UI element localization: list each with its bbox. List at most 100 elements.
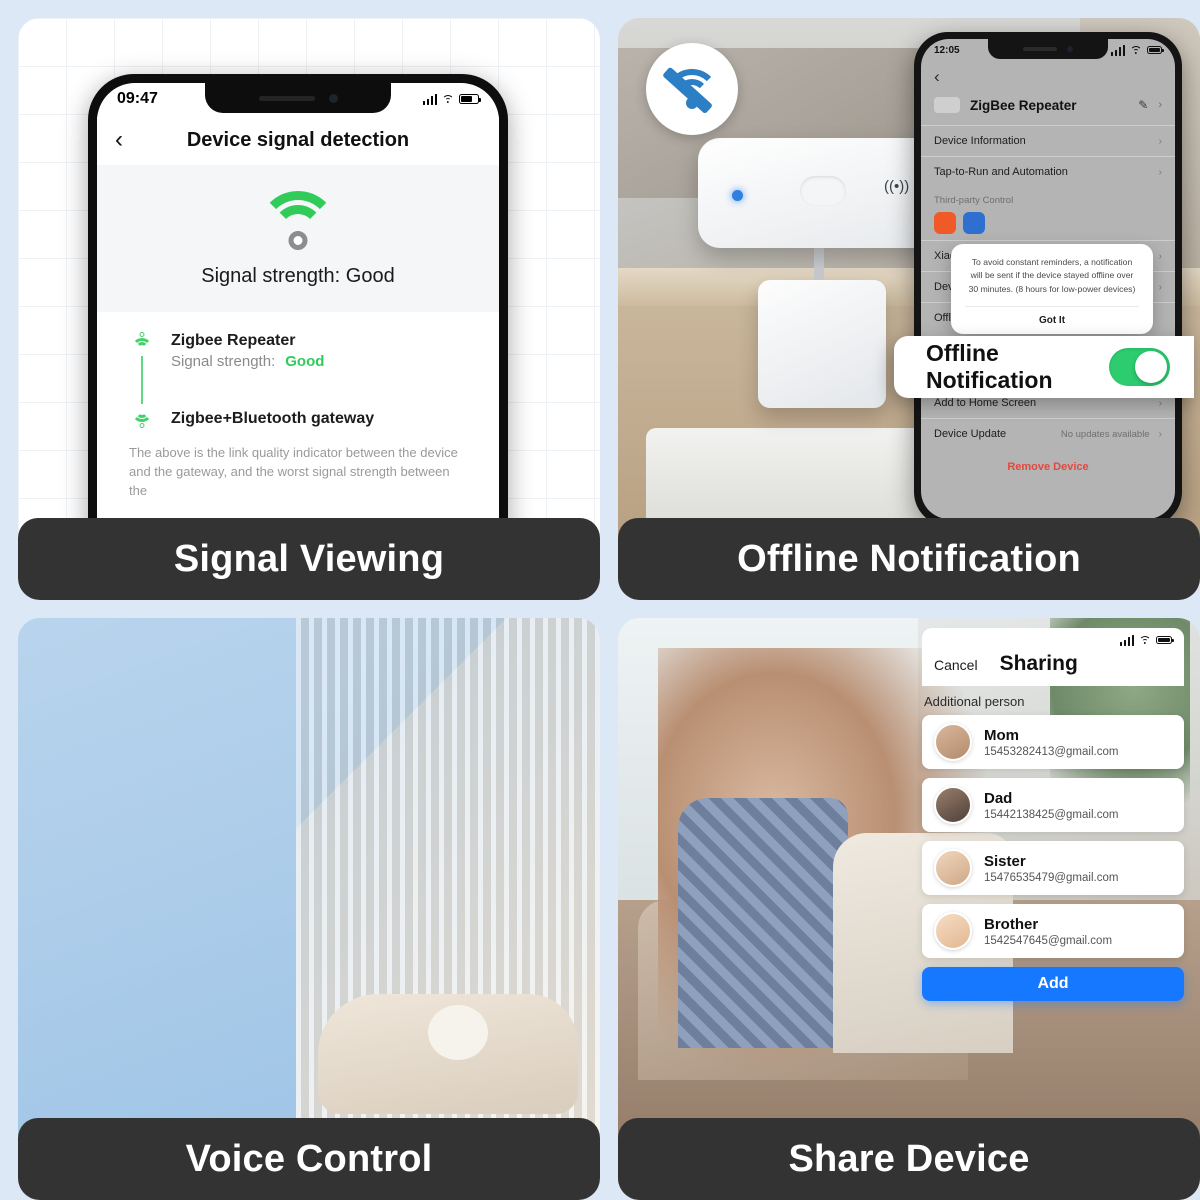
person-text: Brother 1542547645@gmail.com xyxy=(984,916,1112,947)
phone-mockup-signal: 09:47 ‹ Device signal detection Signal s… xyxy=(88,74,508,594)
list-item[interactable]: Brother 1542547645@gmail.com xyxy=(922,904,1184,958)
sharing-screen: Cancel Sharing Additional person Mom 154… xyxy=(922,628,1184,1098)
alexa-icon[interactable] xyxy=(963,212,985,234)
row-label: Tap-to-Run and Automation xyxy=(934,166,1068,178)
repeater-icon xyxy=(131,332,153,352)
sharing-header: Cancel Sharing xyxy=(922,628,1184,686)
wall-background xyxy=(18,618,296,1200)
wifi-off-icon xyxy=(661,66,720,115)
list-item[interactable]: Sister 15476535479@gmail.com xyxy=(922,841,1184,895)
person-text: Dad 15442138425@gmail.com xyxy=(984,790,1118,821)
header-row: Cancel Sharing xyxy=(934,652,1172,676)
wifi-strong-icon xyxy=(256,191,340,251)
panel-share-device: Cancel Sharing Additional person Mom 154… xyxy=(618,618,1200,1200)
repeater-signal: Signal strength: Good xyxy=(171,353,374,370)
avatar xyxy=(934,786,972,824)
connection-line xyxy=(141,356,143,404)
cancel-button[interactable]: Cancel xyxy=(934,657,978,673)
wifi-icon xyxy=(1139,635,1151,645)
settings-row-device-update[interactable]: Device Update No updates available › xyxy=(921,418,1175,449)
person-name: Brother xyxy=(984,915,1039,933)
front-camera xyxy=(328,93,338,103)
device-name: ZigBee Repeater xyxy=(970,97,1077,113)
repeater-name: Zigbee Repeater xyxy=(171,332,296,349)
chevron-right-icon: › xyxy=(1158,99,1162,111)
speaker-grille xyxy=(258,95,315,101)
device-header[interactable]: ZigBee Repeater ✎ › xyxy=(921,87,1175,125)
chevron-right-icon: › xyxy=(1158,397,1162,409)
avatar xyxy=(934,912,972,950)
wifi-icon xyxy=(442,94,454,104)
cellular-signal-icon xyxy=(1110,44,1125,56)
man-figure xyxy=(678,798,848,1048)
list-item[interactable]: Dad 15442138425@gmail.com xyxy=(922,778,1184,832)
pencil-icon[interactable]: ✎ xyxy=(1138,98,1148,112)
repeater-node: Zigbee Repeater Signal strength: Good Zig… xyxy=(129,332,467,428)
person-email: 15476535479@gmail.com xyxy=(984,871,1119,884)
offline-notification-callout: Offline Notification xyxy=(894,336,1194,398)
node-text-group: Zigbee Repeater Signal strength: Good Zig… xyxy=(171,332,374,428)
panel-voice-control: ((•)) + ◉ 30 − Turn on Zigbee repeater. … xyxy=(18,618,600,1200)
device-thumbnail xyxy=(934,97,960,113)
gateway-name: Zigbee+Bluetooth gateway xyxy=(171,410,375,427)
third-party-icons[interactable] xyxy=(921,210,1175,240)
back-button-icon[interactable]: ‹ xyxy=(921,61,1175,87)
page-title: Sharing xyxy=(999,652,1078,675)
row-value-group: No updates available › xyxy=(1061,428,1162,440)
dialog-message: To avoid constant reminders, a notificat… xyxy=(968,257,1136,294)
add-button[interactable]: Add xyxy=(922,967,1184,1001)
group-header-third-party: Third-party Control xyxy=(934,195,1014,206)
row-label: Device Information xyxy=(934,135,1026,147)
status-time: 09:47 xyxy=(117,90,158,107)
status-bar xyxy=(934,632,1174,648)
wifi-icon xyxy=(1130,45,1142,55)
device-button xyxy=(800,176,846,206)
cellular-signal-icon xyxy=(1119,634,1134,646)
section-label-additional-person: Additional person xyxy=(924,694,1025,709)
settings-row-tap-to-run[interactable]: Tap-to-Run and Automation › xyxy=(921,156,1175,187)
update-status: No updates available xyxy=(1060,429,1150,440)
gateway-cube xyxy=(758,280,886,408)
caption-offline-notification: Offline Notification xyxy=(618,518,1200,600)
settings-row-device-information[interactable]: Device Information › xyxy=(921,125,1175,156)
gateway-icon xyxy=(131,408,153,428)
chevron-right-icon: › xyxy=(1158,429,1162,440)
row-label: Add to Home Screen xyxy=(934,397,1037,409)
caption-share-device: Share Device xyxy=(618,1118,1200,1200)
avatar xyxy=(934,723,972,761)
phone-notch xyxy=(988,39,1108,59)
battery-icon xyxy=(459,94,482,104)
status-time: 12:05 xyxy=(934,44,960,56)
feature-collage: 09:47 ‹ Device signal detection Signal s… xyxy=(0,0,1200,1200)
row-label: Device Update xyxy=(934,428,1007,440)
page-title: Device signal detection xyxy=(186,128,410,151)
callout-label: Offline Notification xyxy=(926,340,1053,393)
back-button-icon[interactable]: ‹ xyxy=(115,126,123,154)
xiaomi-icon[interactable] xyxy=(934,212,956,234)
chevron-right-icon: › xyxy=(1158,250,1162,262)
phone-screen: 12:05 ‹ ZigBee Repeater ✎ › Device Infor… xyxy=(921,39,1175,519)
nav-bar: ‹ Device signal detection xyxy=(97,115,499,165)
chevron-right-icon: › xyxy=(1158,135,1162,147)
status-icons xyxy=(422,93,482,105)
list-item[interactable]: Mom 15453282413@gmail.com xyxy=(922,715,1184,769)
person-email: 1542547645@gmail.com xyxy=(984,934,1113,947)
panel-offline-notification: 12:05 ‹ ZigBee Repeater ✎ › Device Infor… xyxy=(618,18,1200,600)
repeater-signal-value: Good xyxy=(285,353,325,370)
person-name: Dad xyxy=(984,789,1013,807)
caption-voice-control: Voice Control xyxy=(18,1118,600,1200)
repeater-text: Zigbee Repeater Signal strength: Good xyxy=(171,332,374,370)
chevron-right-icon: › xyxy=(1158,281,1162,293)
dialog-confirm-button[interactable]: Got It xyxy=(965,305,1139,334)
offline-info-dialog: To avoid constant reminders, a notificat… xyxy=(951,244,1153,334)
chevron-right-icon: › xyxy=(1158,166,1162,178)
cellular-signal-icon xyxy=(422,93,437,105)
person-email: 15442138425@gmail.com xyxy=(984,808,1119,821)
remove-device-button[interactable]: Remove Device xyxy=(921,449,1175,482)
person-text: Sister 15476535479@gmail.com xyxy=(984,853,1118,884)
node-icons xyxy=(129,332,155,428)
offline-notification-toggle[interactable] xyxy=(1109,348,1170,386)
panel-signal-viewing: 09:47 ‹ Device signal detection Signal s… xyxy=(18,18,600,600)
wifi-off-badge xyxy=(646,43,738,135)
person-name: Mom xyxy=(984,726,1019,744)
